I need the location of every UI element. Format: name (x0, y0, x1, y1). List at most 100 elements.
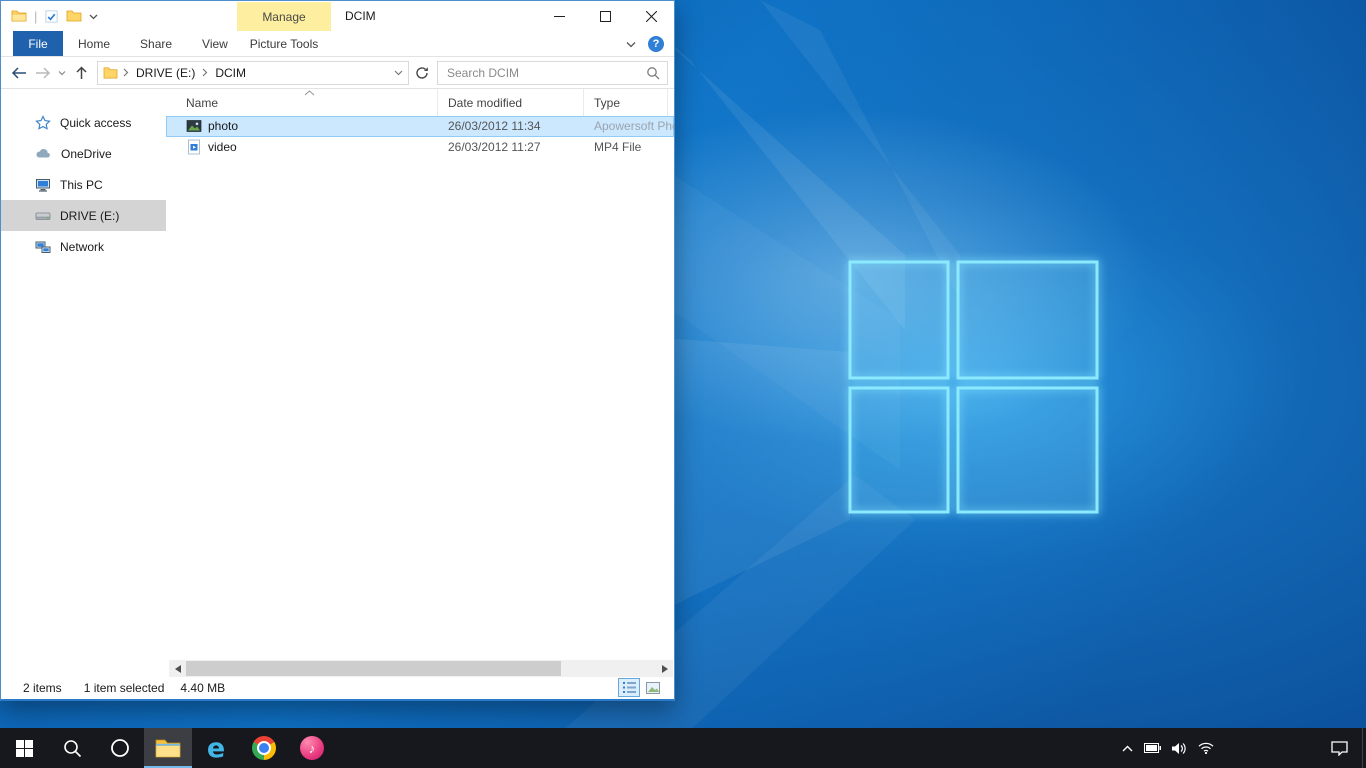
scrollbar-thumb[interactable] (186, 661, 561, 676)
back-button[interactable] (7, 61, 31, 85)
sidebar-item-label: DRIVE (E:) (60, 209, 119, 223)
refresh-button[interactable] (409, 61, 435, 85)
this-pc-icon (35, 177, 51, 193)
location-folder-icon[interactable] (103, 66, 118, 79)
video-file-icon (186, 139, 202, 155)
window-controls (536, 1, 674, 31)
photo-file-icon (186, 118, 202, 134)
taskbar-chrome-button[interactable] (240, 728, 288, 768)
sidebar-item-this-pc[interactable]: This PC (1, 169, 166, 200)
horizontal-scrollbar[interactable] (169, 660, 673, 677)
file-list-pane: Name Date modified Type photo 26/03/2012… (166, 89, 674, 677)
column-headers: Name Date modified Type (166, 89, 674, 116)
battery-icon[interactable] (1144, 743, 1161, 753)
sidebar-item-label: Network (60, 240, 104, 254)
chrome-icon (252, 736, 276, 760)
sidebar-item-quick-access[interactable]: Quick access (1, 107, 166, 138)
file-date-modified: 26/03/2012 11:27 (448, 140, 541, 154)
sidebar-item-drive-e[interactable]: DRIVE (E:) (1, 200, 166, 231)
scroll-left-arrow-icon[interactable] (169, 660, 186, 677)
action-center-button[interactable] (1318, 728, 1360, 768)
selection-summary: 1 item selected (84, 681, 165, 695)
system-tray (1122, 728, 1214, 768)
breadcrumb-chevron-icon[interactable] (123, 68, 129, 77)
properties-check-icon[interactable] (44, 9, 59, 24)
navigation-pane: Quick access OneDrive This PC DRIVE (E:) (1, 89, 166, 677)
volume-icon[interactable] (1172, 742, 1187, 755)
taskbar-search-button[interactable] (48, 728, 96, 768)
item-count: 2 items (23, 681, 62, 695)
up-button[interactable] (69, 61, 93, 85)
start-button[interactable] (0, 728, 48, 768)
close-button[interactable] (628, 1, 674, 31)
breadcrumb-chevron-icon[interactable] (202, 68, 208, 77)
search-icon[interactable] (646, 66, 660, 80)
quick-access-star-icon (35, 115, 51, 131)
file-type: MP4 File (594, 140, 641, 154)
column-header-name[interactable]: Name (166, 89, 438, 116)
edge-icon: e (207, 735, 225, 762)
sidebar-item-label: This PC (60, 178, 103, 192)
explorer-body: Quick access OneDrive This PC DRIVE (E:) (1, 89, 674, 677)
details-view-button[interactable] (618, 678, 640, 697)
new-folder-icon[interactable] (66, 8, 82, 24)
column-header-date-modified[interactable]: Date modified (438, 89, 584, 116)
scroll-right-arrow-icon[interactable] (656, 660, 673, 677)
sidebar-item-onedrive[interactable]: OneDrive (1, 138, 166, 169)
customize-qat-chevron-icon[interactable] (89, 13, 98, 20)
network-icon (35, 239, 51, 255)
address-bar[interactable]: DRIVE (E:) DCIM (97, 61, 409, 85)
address-dropdown-chevron-icon[interactable] (394, 70, 403, 76)
ribbon-right-controls: ? (626, 31, 664, 57)
recent-locations-chevron-icon[interactable] (55, 61, 69, 85)
sidebar-item-label: Quick access (60, 116, 131, 130)
expand-ribbon-chevron-icon[interactable] (626, 41, 636, 48)
navigation-bar: DRIVE (E:) DCIM (1, 57, 674, 89)
taskbar-itunes-button[interactable]: ♪ (288, 728, 336, 768)
wifi-icon[interactable] (1198, 742, 1214, 754)
taskbar-edge-button[interactable]: e (192, 728, 240, 768)
taskbar-file-explorer-button[interactable] (144, 728, 192, 768)
sidebar-item-label: OneDrive (61, 147, 112, 161)
drive-icon (35, 208, 51, 224)
file-name: photo (208, 119, 238, 133)
minimize-button[interactable] (536, 1, 582, 31)
large-icons-view-button[interactable] (642, 678, 664, 697)
maximize-button[interactable] (582, 1, 628, 31)
tray-expand-chevron-icon[interactable] (1122, 745, 1133, 752)
taskbar: e ♪ (0, 728, 1366, 768)
tab-picture-tools[interactable]: Picture Tools (237, 31, 331, 57)
tab-view[interactable]: View (187, 31, 243, 56)
cortana-button[interactable] (96, 728, 144, 768)
file-row-video[interactable]: video 26/03/2012 11:27 MP4 File (166, 137, 674, 158)
file-date-modified: 26/03/2012 11:34 (448, 119, 541, 133)
column-header-type[interactable]: Type (584, 89, 668, 116)
breadcrumb-current[interactable]: DCIM (213, 66, 248, 80)
file-tab[interactable]: File (13, 31, 63, 56)
qat-separator: | (34, 9, 37, 24)
explorer-folder-icon[interactable] (11, 8, 27, 24)
forward-button[interactable] (31, 61, 55, 85)
search-input[interactable] (445, 65, 646, 81)
onedrive-cloud-icon (35, 146, 52, 162)
selection-size: 4.40 MB (180, 681, 225, 695)
tab-share[interactable]: Share (125, 31, 187, 56)
tab-home[interactable]: Home (63, 31, 125, 56)
file-explorer-window: | Manage DCIM File Ho (0, 0, 675, 701)
breadcrumb-drive[interactable]: DRIVE (E:) (134, 66, 197, 80)
quick-access-toolbar: | (11, 1, 98, 31)
file-row-photo[interactable]: photo 26/03/2012 11:34 Apowersoft Pho (166, 116, 674, 137)
sidebar-item-network[interactable]: Network (1, 231, 166, 262)
show-desktop-strip[interactable] (1362, 728, 1366, 768)
search-box[interactable] (437, 61, 668, 85)
windows-logo (850, 262, 1097, 512)
help-button[interactable]: ? (648, 36, 664, 52)
manage-contextual-tab-group[interactable]: Manage (237, 2, 331, 31)
status-bar: 2 items 1 item selected 4.40 MB (1, 677, 674, 699)
ribbon-tab-row: File Home Share View Picture Tools ? (1, 31, 674, 57)
window-title: DCIM (345, 1, 376, 31)
itunes-icon: ♪ (300, 736, 324, 760)
file-name: video (208, 140, 237, 154)
view-toggle-buttons (618, 678, 664, 697)
title-bar: | Manage DCIM (1, 1, 674, 31)
